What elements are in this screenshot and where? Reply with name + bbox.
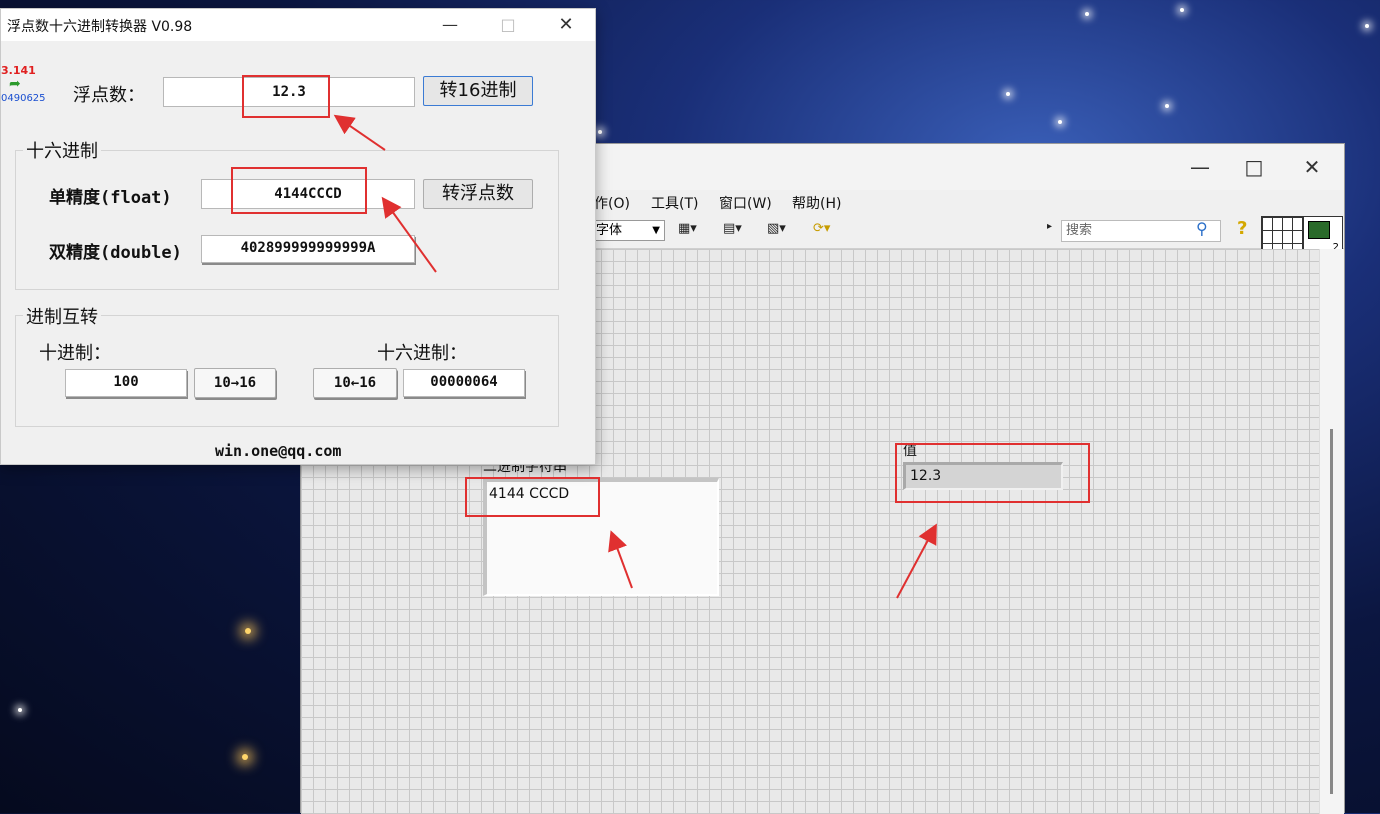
highlight-float-value xyxy=(242,75,330,118)
scrollbar-thumb[interactable] xyxy=(1330,429,1333,794)
double-precision-value: 402899999999999A xyxy=(240,240,376,256)
font-select-label: 字体 xyxy=(596,223,623,238)
resize-objects-icon[interactable]: ▧▾ xyxy=(767,221,786,236)
minimize-button[interactable]: — xyxy=(1171,144,1229,190)
align-objects-icon[interactable]: ▦▾ xyxy=(678,221,697,236)
menu-window[interactable]: 窗口(W) xyxy=(719,193,772,213)
menu-tools[interactable]: 工具(T) xyxy=(651,193,698,213)
close-button[interactable]: ✕ xyxy=(537,9,595,41)
distribute-objects-icon[interactable]: ▤▾ xyxy=(723,221,742,236)
decimal-input-value: 100 xyxy=(113,374,139,390)
highlight-numeric-value xyxy=(895,443,1090,503)
hex-to-dec-button[interactable]: 10←16 xyxy=(313,368,397,398)
app-logo: 3.141 ➦ 0490625 xyxy=(1,64,46,106)
decimal-input[interactable]: 100 xyxy=(65,369,187,397)
decimal-label: 十进制： xyxy=(39,343,111,364)
double-precision-field[interactable]: 402899999999999A xyxy=(201,235,415,263)
footer-email: win.one@qq.com xyxy=(215,442,342,460)
search-icon[interactable]: ⚲ xyxy=(1196,219,1208,238)
float-label: 浮点数： xyxy=(73,85,145,106)
font-select[interactable]: 字体 ▼ xyxy=(591,220,665,241)
highlight-string-value xyxy=(465,477,600,517)
converter-title: 浮点数十六进制转换器 V0.98 xyxy=(7,19,193,35)
hex-input-value: 00000064 xyxy=(430,374,498,390)
vertical-scrollbar[interactable] xyxy=(1319,249,1344,814)
converter-titlebar: 浮点数十六进制转换器 V0.98 — □ ✕ xyxy=(1,9,595,41)
to-hex-button[interactable]: 转16进制 xyxy=(423,76,533,106)
close-button[interactable]: ✕ xyxy=(1283,144,1341,190)
radix-group-title: 进制互转 xyxy=(23,303,101,329)
highlight-single-value xyxy=(231,167,367,214)
search-placeholder: 搜索 xyxy=(1066,223,1093,238)
help-icon[interactable]: ? xyxy=(1237,218,1247,239)
dec-to-hex-button[interactable]: 10→16 xyxy=(194,368,276,398)
hex-input[interactable]: 00000064 xyxy=(403,369,525,397)
menu-help[interactable]: 帮助(H) xyxy=(792,193,841,213)
arrow-icon: ➦ xyxy=(9,76,21,92)
double-precision-label: 双精度(double) xyxy=(49,243,182,263)
search-expand-icon[interactable]: ▸ xyxy=(1047,221,1052,232)
hex-group-title: 十六进制 xyxy=(23,137,101,163)
maximize-button[interactable]: □ xyxy=(1225,144,1283,190)
chevron-down-icon: ▼ xyxy=(652,225,660,236)
minimize-button[interactable]: — xyxy=(421,9,479,41)
maximize-button[interactable]: □ xyxy=(479,9,537,41)
reorder-icon[interactable]: ⟳▾ xyxy=(813,221,830,236)
app-logo-hex: 0490625 xyxy=(1,93,46,104)
menu-operate[interactable]: 作(O) xyxy=(594,193,630,213)
single-precision-label: 单精度(float) xyxy=(49,188,172,208)
hexadecimal-label: 十六进制： xyxy=(377,343,467,364)
vi-icon-screen xyxy=(1308,221,1330,239)
to-float-button[interactable]: 转浮点数 xyxy=(423,179,533,209)
